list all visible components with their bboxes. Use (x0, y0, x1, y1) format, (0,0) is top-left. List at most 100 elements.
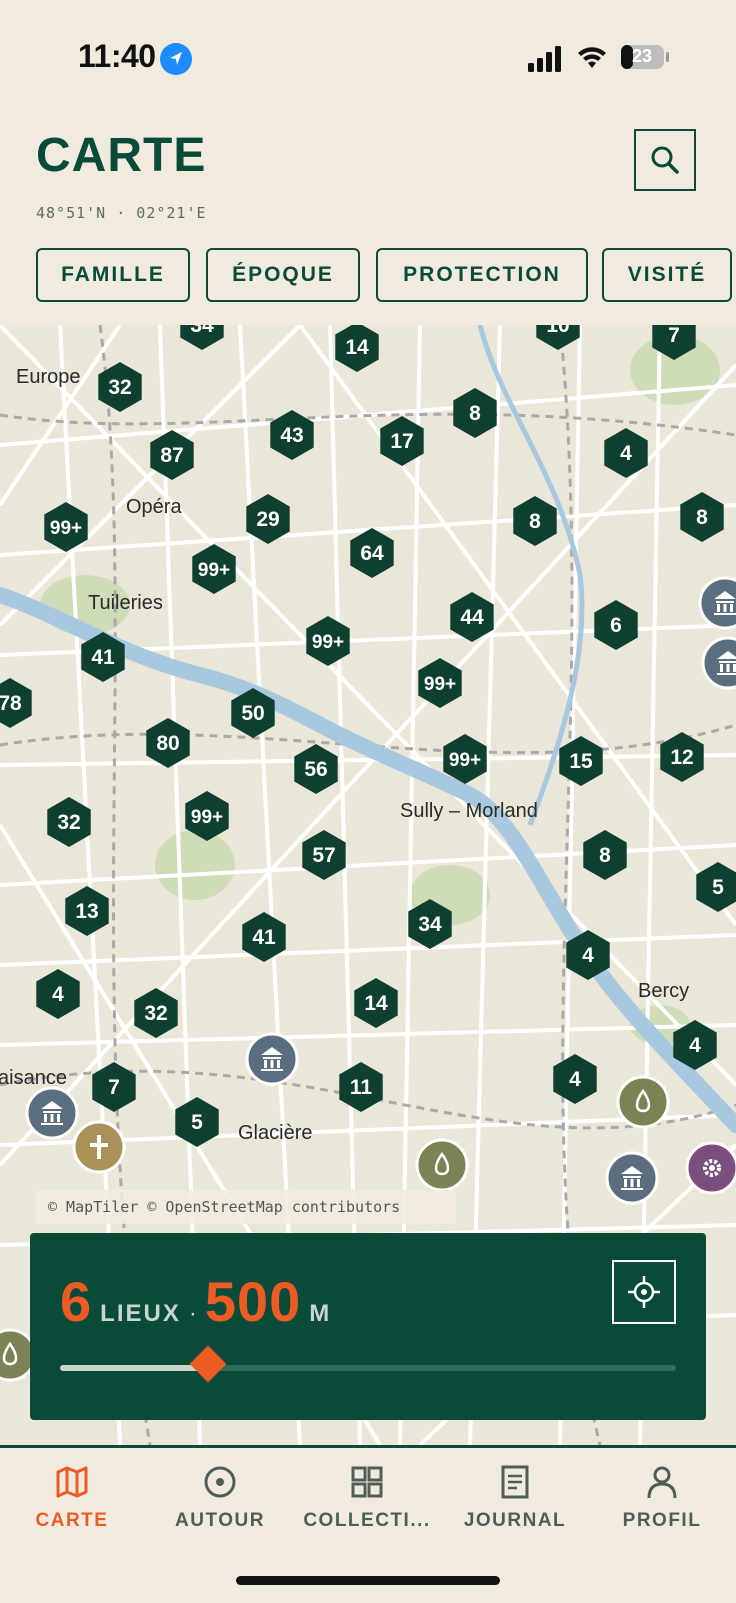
map-cluster[interactable]: 11 (339, 1062, 383, 1112)
radius-slider[interactable] (60, 1345, 676, 1383)
tab-journal-label: JOURNAL (463, 1510, 567, 1531)
tab-journal[interactable]: JOURNAL (445, 1464, 585, 1532)
radius-stats: 6 LIEUX · 500 M (60, 1269, 331, 1334)
map-cluster-count: 4 (52, 983, 64, 1006)
map-cluster-count: 14 (345, 336, 369, 359)
search-icon (651, 146, 679, 174)
map-cluster-count: 13 (75, 900, 98, 923)
map-park (155, 830, 235, 900)
map-cluster-count: 15 (569, 750, 593, 773)
map-poi-museum-icon[interactable] (605, 1151, 659, 1205)
map-cluster-count: 29 (256, 508, 279, 531)
map-cluster-count: 99+ (50, 518, 82, 539)
tab-collections-label: COLLECTI... (303, 1510, 431, 1531)
map-cluster[interactable]: 43 (270, 410, 314, 460)
map-cluster-count: 6 (610, 614, 622, 637)
map-cluster[interactable]: 32 (134, 988, 178, 1038)
map-cluster-count: 99+ (191, 807, 223, 828)
map-cluster[interactable]: 4 (36, 969, 80, 1019)
map-cluster-count: 64 (360, 542, 384, 565)
map-poi-drop-icon[interactable] (616, 1075, 670, 1129)
tab-autour[interactable]: AUTOUR (150, 1464, 290, 1532)
places-count: 6 (60, 1270, 93, 1333)
filter-epoque[interactable]: ÉPOQUE (206, 248, 360, 302)
map-cluster[interactable]: 80 (146, 718, 190, 768)
map-poi-gear-icon[interactable] (685, 1141, 736, 1195)
map-place-label: Opéra (126, 496, 182, 518)
radius-slider-thumb[interactable] (189, 1345, 227, 1383)
map-place-label: Tuileries (88, 592, 163, 614)
map-cluster-count: 17 (390, 430, 413, 453)
map-cluster[interactable]: 5 (696, 862, 736, 912)
map-cluster[interactable]: 10 (536, 325, 580, 350)
battery-level: 23 (631, 46, 653, 66)
map-poi-drop-icon[interactable] (415, 1138, 469, 1192)
locate-me-button[interactable] (612, 1260, 676, 1324)
map-cluster-count: 7 (668, 325, 680, 347)
page-title: CARTE (36, 129, 207, 182)
distance-unit: M (309, 1300, 332, 1327)
map-cluster-count: 4 (689, 1034, 701, 1057)
map-cluster-count: 11 (350, 1076, 373, 1099)
target-icon (204, 1466, 236, 1498)
map-cluster-count: 99+ (312, 632, 344, 653)
map-cluster[interactable]: 99+ (192, 544, 236, 594)
map-cluster[interactable]: 6 (594, 600, 638, 650)
map-cluster[interactable]: 12 (660, 732, 704, 782)
map-cluster-count: 80 (156, 732, 179, 755)
map-street (0, 1023, 736, 1047)
map-cluster-count: 99+ (424, 674, 456, 695)
map-cluster-count: 32 (144, 1002, 167, 1025)
tab-collections[interactable]: COLLECTI... (297, 1464, 437, 1532)
map-cluster-count: 78 (0, 692, 22, 715)
radius-slider-fill (60, 1365, 208, 1371)
status-bar: 11:40 23 (0, 0, 736, 120)
places-unit: LIEUX (100, 1300, 181, 1327)
map-cluster[interactable]: 13 (65, 886, 109, 936)
map-cluster[interactable]: 14 (354, 978, 398, 1028)
map-poi-museum-icon[interactable] (25, 1086, 79, 1140)
map-poi-museum-icon[interactable] (701, 636, 736, 690)
map-cluster[interactable]: 4 (553, 1054, 597, 1104)
map-attribution: © MapTiler © OpenStreetMap contributors (36, 1190, 456, 1224)
map-cluster-count: 4 (569, 1068, 581, 1091)
map-place-label: Europe (16, 366, 81, 388)
map-poi-museum-icon[interactable] (698, 576, 736, 630)
map-cluster[interactable]: 15 (559, 736, 603, 786)
map-cluster[interactable]: 78 (0, 678, 32, 728)
map-icon (56, 1466, 88, 1498)
map-cluster-count: 10 (546, 325, 569, 337)
map-cluster[interactable]: 99+ (306, 616, 350, 666)
map-cluster-count: 32 (57, 811, 80, 834)
signal-icon (528, 46, 561, 72)
map-cluster[interactable]: 64 (350, 528, 394, 578)
map-cluster[interactable]: 8 (583, 830, 627, 880)
map-cluster[interactable]: 57 (302, 830, 346, 880)
map-cluster[interactable]: 8 (453, 388, 497, 438)
map-cluster[interactable]: 56 (294, 744, 338, 794)
map-cluster-count: 41 (91, 646, 115, 669)
map-cluster[interactable]: 14 (335, 325, 379, 372)
map-cluster-count: 8 (469, 402, 481, 425)
tab-profil[interactable]: PROFIL (592, 1464, 732, 1532)
filter-famille[interactable]: FAMILLE (36, 248, 190, 302)
home-indicator (236, 1576, 500, 1585)
map-place-label: aisance (0, 1067, 67, 1089)
filter-visite[interactable]: VISITÉ (602, 248, 732, 302)
map-cluster-count: 34 (190, 325, 214, 337)
crosshair-icon (628, 1276, 660, 1308)
map-cluster[interactable]: 8 (680, 492, 724, 542)
map-cluster[interactable]: 34 (180, 325, 224, 350)
map-poi-museum-icon[interactable] (245, 1032, 299, 1086)
map-cluster-count: 8 (696, 506, 708, 529)
tab-carte-label: CARTE (35, 1510, 109, 1531)
map-cluster[interactable]: 8 (513, 496, 557, 546)
map-cluster-count: 5 (712, 876, 724, 899)
filter-protection[interactable]: PROTECTION (376, 248, 588, 302)
search-button[interactable] (634, 129, 696, 191)
map-cluster-count: 87 (160, 444, 183, 467)
map-street (0, 933, 736, 967)
tab-carte[interactable]: CARTE (2, 1464, 142, 1532)
map-cluster-count: 43 (280, 424, 303, 447)
map-poi-cross-icon[interactable] (72, 1120, 126, 1174)
